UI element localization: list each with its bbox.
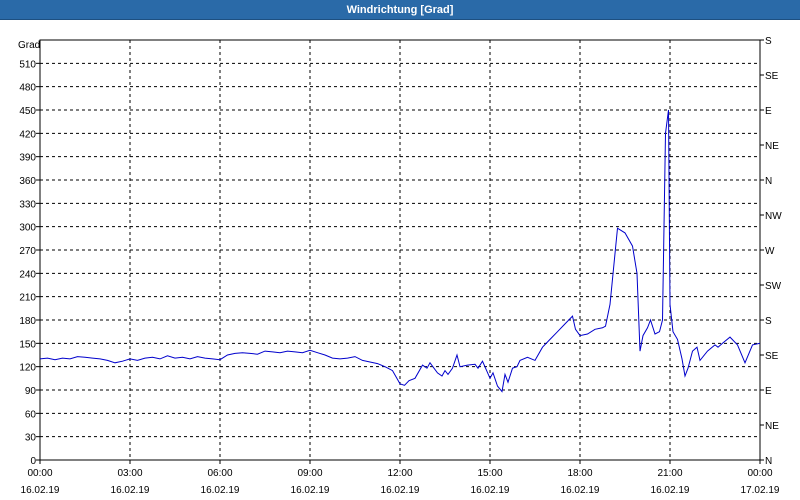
y-tick-label: 30 (25, 433, 37, 444)
y-axis-ticks: 0 30 60 90 120 150 180 210 240 270 300 330 360 390 420… (19, 59, 40, 467)
grid-lines (40, 40, 760, 460)
y2-tick-label: E (765, 106, 772, 117)
y-tick-label: 210 (19, 293, 36, 304)
y-tick-label: 450 (19, 106, 36, 117)
chart-area: 0 30 60 90 120 150 180 210 240 270 300 330 360 390 420… (18, 36, 782, 496)
x-tick-date: 16.02.19 (381, 485, 420, 496)
x-tick-time: 18:00 (567, 468, 592, 479)
y-tick-label: 150 (19, 339, 36, 350)
y2-tick-label: S (765, 316, 772, 327)
x-axis-ticks: 00:00 16.02.19 03:00 16.02.19 06:00 16.02.19 0… (21, 460, 780, 496)
y-tick-label: 90 (25, 386, 37, 397)
y2-tick-label: N (765, 456, 772, 467)
y-tick-label: 0 (30, 456, 36, 467)
y2-tick-label: SW (765, 281, 782, 292)
y-axis-label: Grad (18, 40, 40, 51)
y2-tick-label: W (765, 246, 775, 257)
x-tick-time: 00:00 (27, 468, 52, 479)
x-tick-time: 06:00 (207, 468, 232, 479)
x-tick-time: 03:00 (117, 468, 142, 479)
x-tick-time: 21:00 (657, 468, 682, 479)
x-tick-date: 16.02.19 (201, 485, 240, 496)
y-tick-label: 390 (19, 153, 36, 164)
y-tick-label: 480 (19, 83, 36, 94)
x-tick-date: 16.02.19 (561, 485, 600, 496)
y2-tick-label: SE (765, 351, 779, 362)
x-tick-time: 00:00 (747, 468, 772, 479)
x-tick-time: 12:00 (387, 468, 412, 479)
y-tick-label: 60 (25, 409, 37, 420)
y2-tick-label: S (765, 36, 772, 47)
y2-tick-label: SE (765, 71, 779, 82)
y2-tick-label: N (765, 176, 772, 187)
x-tick-time: 09:00 (297, 468, 322, 479)
chart-title: Windrichtung [Grad] (346, 3, 454, 16)
x-tick-date: 16.02.19 (651, 485, 690, 496)
x-tick-date: 16.02.19 (21, 485, 60, 496)
y-tick-label: 300 (19, 223, 36, 234)
y2-tick-label: NE (765, 421, 779, 432)
y2-axis-ticks: N NE E SE S SW W NW N NE E SE S (760, 36, 782, 467)
x-tick-time: 15:00 (477, 468, 502, 479)
y2-tick-label: NE (765, 141, 779, 152)
y-tick-label: 180 (19, 316, 36, 327)
y-tick-label: 420 (19, 129, 36, 140)
y2-tick-label: E (765, 386, 772, 397)
x-tick-date: 17.02.19 (741, 485, 780, 496)
x-tick-date: 16.02.19 (471, 485, 510, 496)
y-tick-label: 120 (19, 363, 36, 374)
chart-title-bar: Windrichtung [Grad] (0, 0, 800, 20)
y2-tick-label: NW (765, 211, 782, 222)
y-tick-label: 270 (19, 246, 36, 257)
y-tick-label: 360 (19, 176, 36, 187)
y-tick-label: 510 (19, 59, 36, 70)
y-tick-label: 330 (19, 199, 36, 210)
x-tick-date: 16.02.19 (291, 485, 330, 496)
x-tick-date: 16.02.19 (111, 485, 150, 496)
y-tick-label: 240 (19, 269, 36, 280)
